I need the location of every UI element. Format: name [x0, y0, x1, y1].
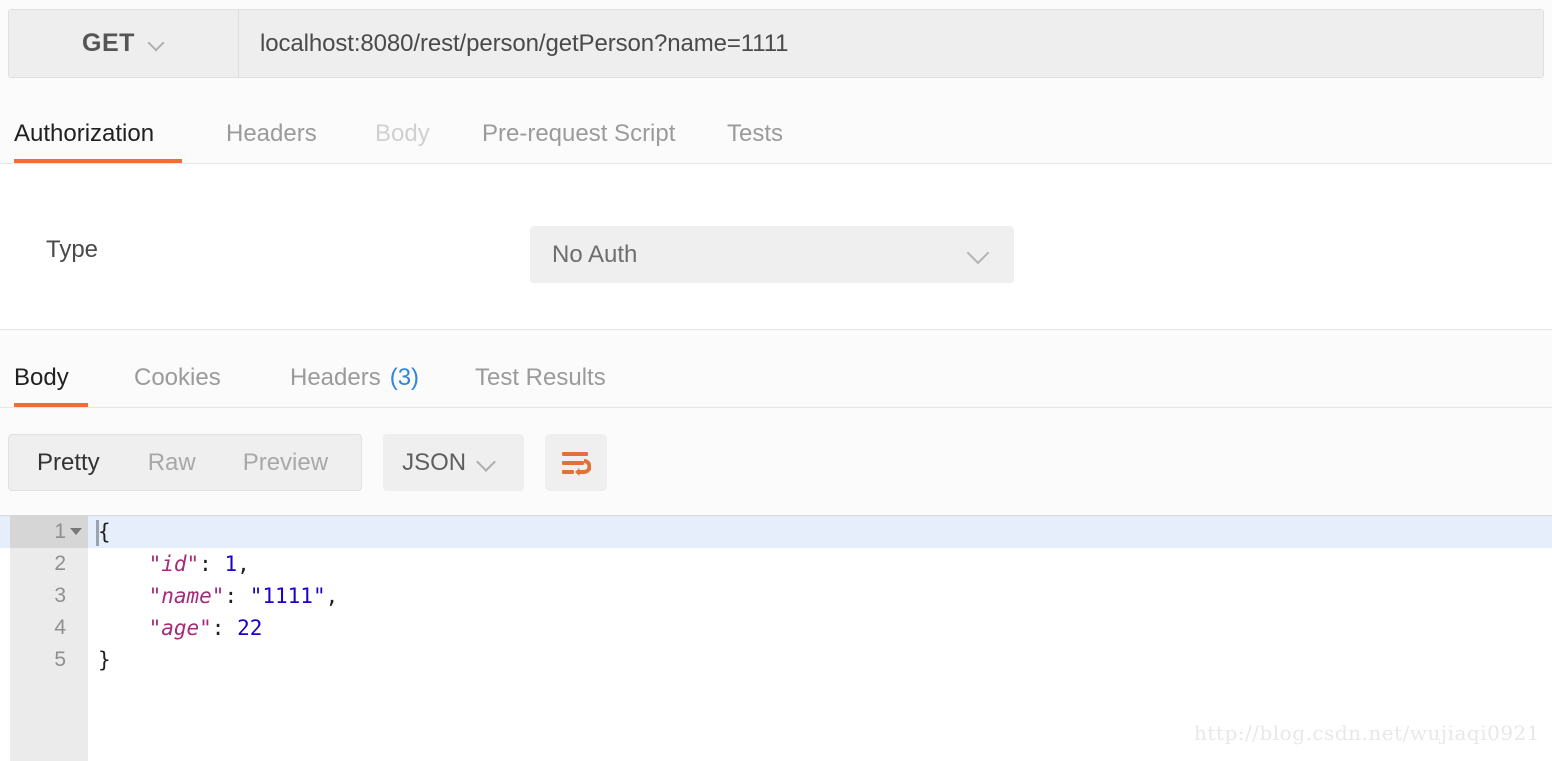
line-number: 2: [10, 548, 66, 580]
view-mode-preview[interactable]: Preview: [243, 449, 328, 477]
code-line-text: "id": 1,: [98, 548, 250, 580]
tab-active-indicator: [134, 403, 242, 407]
tab-active-indicator: [375, 159, 439, 163]
watermark-text: http://blog.csdn.net/wujiaqi0921: [1194, 721, 1540, 745]
editor-code-lines: 1 { 2 "id": 1, 3 "name": "1111", 4 "age"…: [0, 516, 1552, 676]
code-line: 4 "age": 22: [0, 612, 1552, 644]
tab-active-indicator: [226, 159, 330, 163]
tab-label: Headers: [226, 120, 317, 148]
response-toolbar: Pretty Raw Preview JSON: [0, 425, 1552, 505]
tab-active-indicator: [727, 159, 797, 163]
view-mode-raw[interactable]: Raw: [148, 449, 196, 477]
tab-active-indicator: [290, 403, 425, 407]
tab-label: Test Results: [475, 364, 606, 392]
response-format-value: JSON: [402, 449, 466, 477]
tab-pre-request-script[interactable]: Pre-request Script: [482, 104, 683, 163]
word-wrap-icon: [561, 450, 591, 476]
tab-label: Tests: [727, 120, 783, 148]
response-format-select[interactable]: JSON: [383, 434, 524, 491]
http-method-label: GET: [82, 29, 135, 58]
response-view-mode-group: Pretty Raw Preview: [8, 434, 362, 491]
tab-active-indicator: [475, 403, 612, 407]
tab-test-results[interactable]: Test Results: [475, 348, 612, 407]
tab-response-headers[interactable]: Headers (3): [290, 348, 425, 407]
chevron-down-icon: [968, 244, 990, 266]
code-line: 3 "name": "1111",: [0, 580, 1552, 612]
headers-count-badge: (3): [390, 364, 419, 392]
auth-type-label: Type: [46, 236, 98, 264]
tab-response-cookies[interactable]: Cookies: [134, 348, 242, 407]
code-line: 2 "id": 1,: [0, 548, 1552, 580]
code-line: 5 }: [0, 644, 1552, 676]
chevron-down-icon: [149, 36, 165, 52]
tab-label: Cookies: [134, 364, 221, 392]
line-number: 3: [10, 580, 66, 612]
tab-body[interactable]: Body: [375, 104, 439, 163]
tab-response-body[interactable]: Body: [14, 348, 88, 407]
view-mode-pretty[interactable]: Pretty: [37, 449, 100, 477]
tab-active-indicator: [14, 403, 88, 407]
code-line-text: "name": "1111",: [98, 580, 338, 612]
tab-label: Authorization: [14, 120, 154, 148]
tab-active-indicator: [482, 159, 683, 163]
tab-headers[interactable]: Headers: [226, 104, 330, 163]
authorization-panel: Type No Auth: [0, 164, 1552, 330]
request-url-input[interactable]: [239, 10, 1543, 77]
code-line: 1 {: [0, 516, 1552, 548]
request-tab-bar: Authorization Headers Body Pre-request S…: [0, 104, 1552, 164]
auth-type-value: No Auth: [552, 241, 968, 269]
request-url-bar: GET: [8, 9, 1544, 78]
code-line-text: }: [98, 644, 111, 676]
auth-type-dropdown[interactable]: No Auth: [530, 226, 1014, 283]
tab-authorization[interactable]: Authorization: [14, 104, 182, 163]
tab-label: Body: [14, 364, 69, 392]
code-line-text: {: [98, 516, 111, 548]
tab-label: Body: [375, 120, 430, 148]
code-line-text: "age": 22: [98, 612, 262, 644]
line-number: 5: [10, 644, 66, 676]
word-wrap-button[interactable]: [545, 434, 607, 491]
http-method-select[interactable]: GET: [9, 10, 239, 77]
tab-label: Headers: [290, 364, 381, 392]
line-number: 1: [10, 516, 66, 548]
tab-active-indicator: [14, 159, 182, 163]
line-number: 4: [10, 612, 66, 644]
tab-label: Pre-request Script: [482, 120, 675, 148]
tab-tests[interactable]: Tests: [727, 104, 797, 163]
response-tab-bar: Body Cookies Headers (3) Test Results: [0, 348, 1552, 408]
fold-toggle-icon[interactable]: [70, 528, 82, 535]
chevron-down-icon: [478, 454, 496, 472]
